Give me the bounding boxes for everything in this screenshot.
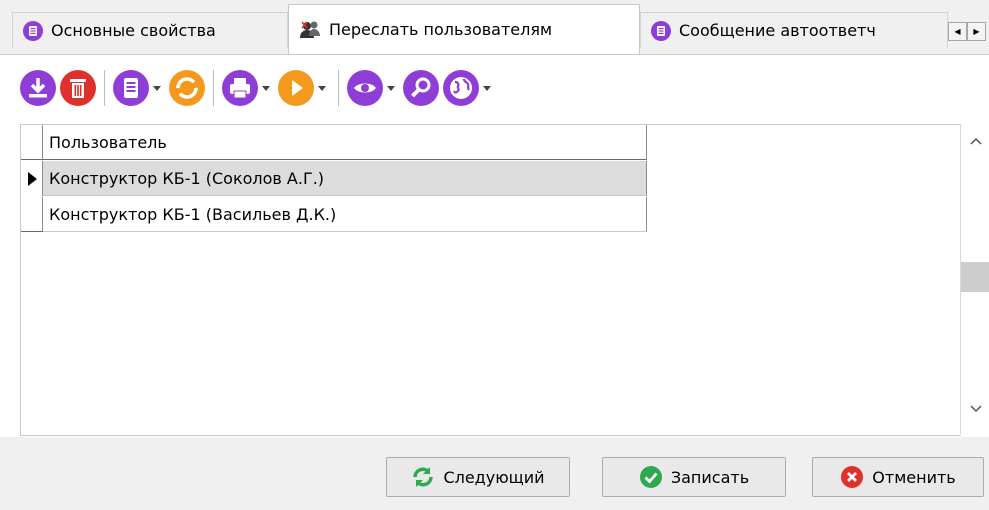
save-button[interactable]: Записать [602, 457, 786, 497]
print-dropdown-icon[interactable] [260, 85, 272, 91]
globe-icon [443, 70, 479, 106]
view-button[interactable] [345, 68, 385, 108]
row-indicator [21, 161, 43, 196]
toolbar [18, 62, 497, 114]
close-icon [840, 465, 864, 489]
tab-forward-to-users[interactable]: Переслать пользователям [288, 4, 640, 54]
user-cell[interactable]: Конструктор КБ-1 (Васильев Д.К.) [43, 197, 647, 232]
next-button[interactable]: Следующий [386, 457, 570, 497]
tab-scroll-right-icon[interactable]: ▶ [967, 22, 986, 41]
document-icon [651, 20, 671, 41]
users-grid: Пользователь Конструктор КБ-1 (Соколов А… [20, 124, 961, 436]
scroll-up-icon[interactable] [969, 134, 983, 148]
globe-button[interactable] [441, 68, 481, 108]
tab-scroll-left-icon[interactable]: ◀ [948, 22, 967, 41]
scroll-down-icon[interactable] [969, 402, 983, 416]
tab-label: Сообщение автоответч [679, 21, 876, 40]
delete-icon [60, 70, 96, 106]
view-dropdown-icon[interactable] [385, 85, 397, 91]
globe-dropdown-icon[interactable] [481, 85, 493, 91]
vertical-scrollbar[interactable] [960, 124, 989, 434]
refresh-button[interactable] [167, 68, 207, 108]
download-icon [20, 70, 56, 106]
print-button[interactable] [220, 68, 260, 108]
toolbar-separator [213, 70, 214, 106]
next-button-label: Следующий [443, 467, 545, 487]
search-button[interactable] [401, 68, 441, 108]
user-cell[interactable]: Конструктор КБ-1 (Соколов А.Г.) [43, 161, 647, 196]
eye-icon [347, 70, 383, 106]
tab-bar: Основные свойства Переслать пользователя… [0, 0, 989, 54]
tab-scroll-arrows: ◀ ▶ [948, 22, 986, 41]
checkmark-icon [639, 465, 663, 489]
tab-label: Переслать пользователям [329, 20, 553, 39]
scrollbar-thumb[interactable] [961, 262, 989, 292]
cancel-button-label: Отменить [872, 467, 956, 487]
row-indicator-header [21, 125, 43, 160]
toolbar-separator [104, 70, 105, 106]
play-icon [278, 70, 314, 106]
save-button-label: Записать [670, 467, 750, 487]
column-header-user[interactable]: Пользователь [43, 125, 647, 160]
delete-button[interactable] [58, 68, 98, 108]
document-dropdown-icon[interactable] [151, 85, 163, 91]
current-row-arrow-icon [28, 172, 37, 186]
play-dropdown-icon[interactable] [316, 85, 328, 91]
refresh-icon [169, 70, 205, 106]
document-icon [23, 20, 43, 41]
document-button[interactable] [111, 68, 151, 108]
table-row[interactable]: Конструктор КБ-1 (Васильев Д.К.) [21, 197, 647, 232]
document-icon [113, 70, 149, 106]
cancel-button[interactable]: Отменить [812, 457, 984, 497]
grid-header-row: Пользователь [21, 125, 647, 160]
search-icon [403, 70, 439, 106]
download-button[interactable] [18, 68, 58, 108]
print-icon [222, 70, 258, 106]
table-row[interactable]: Конструктор КБ-1 (Соколов А.Г.) [21, 161, 647, 196]
refresh-icon [411, 465, 435, 489]
tab-label: Основные свойства [51, 21, 216, 40]
tab-autoreply-message[interactable]: Сообщение автоответч [640, 12, 948, 48]
row-indicator [21, 197, 43, 232]
tab-main-properties[interactable]: Основные свойства [12, 12, 288, 48]
users-icon [300, 21, 320, 38]
toolbar-separator [338, 70, 339, 106]
play-button[interactable] [276, 68, 316, 108]
